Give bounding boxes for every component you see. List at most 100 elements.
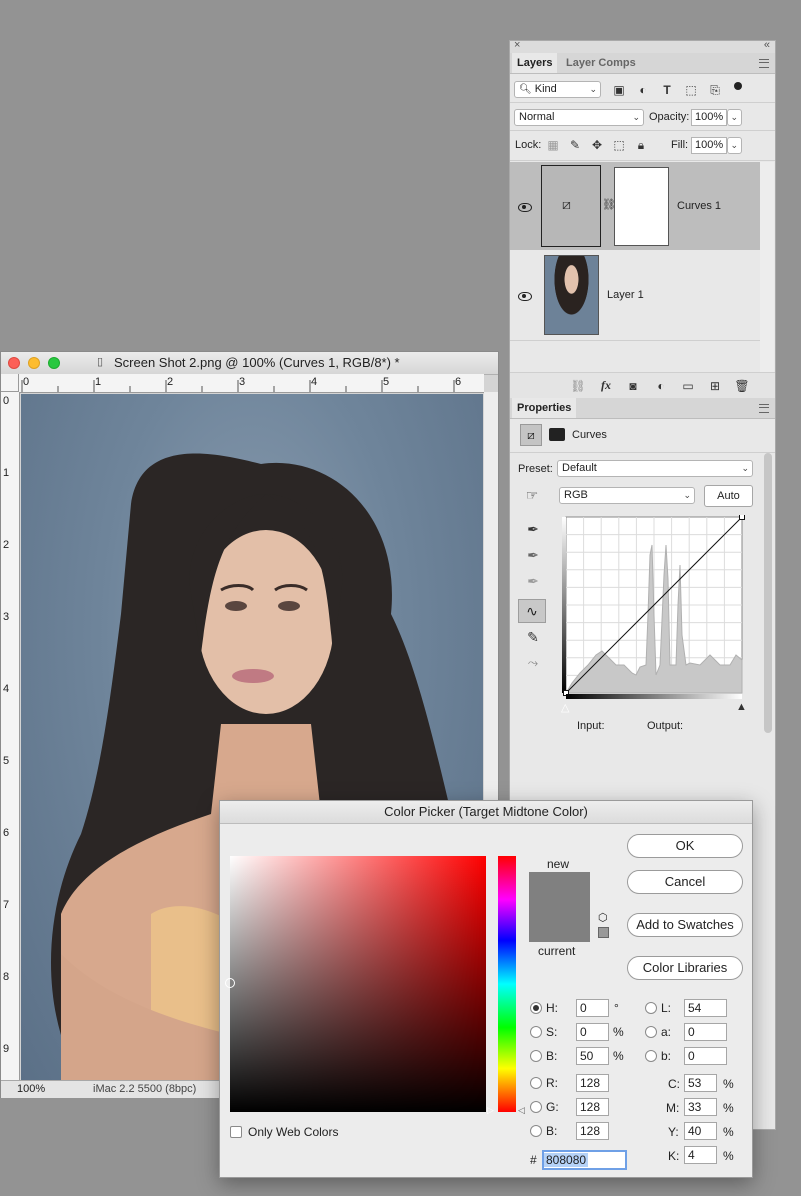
smooth-curve-icon[interactable]: ⤳	[524, 655, 542, 671]
m-field[interactable]: 33	[684, 1098, 717, 1116]
lock-transparent-icon[interactable]: ▦	[546, 137, 560, 153]
blue-field[interactable]: 128	[576, 1122, 609, 1140]
hue-slider[interactable]	[498, 856, 516, 1112]
auto-button[interactable]: Auto	[704, 485, 753, 507]
hue-slider-right-arrow-icon[interactable]: ◁	[518, 1105, 525, 1116]
ruler-origin[interactable]	[1, 374, 19, 392]
portrait-thumbnail[interactable]	[544, 255, 599, 335]
fill-field[interactable]: 100%	[691, 137, 727, 154]
new-adjustment-icon[interactable]: ◐	[653, 378, 669, 394]
r-field[interactable]: 128	[576, 1074, 609, 1092]
layer-filter-dropdown[interactable]: 🔍︎ Kind ⌄	[514, 81, 601, 98]
color-libraries-button[interactable]: Color Libraries	[627, 956, 743, 980]
web-safe-swatch-icon[interactable]	[598, 927, 609, 938]
curves-adjustment-icon[interactable]: ⧄	[520, 424, 542, 446]
radio-s[interactable]	[530, 1026, 542, 1038]
blend-mode-dropdown[interactable]: Normal ⌄	[514, 109, 644, 126]
add-to-swatches-button[interactable]: Add to Swatches	[627, 913, 743, 937]
layer-mask-thumbnail[interactable]	[614, 167, 669, 246]
b-field[interactable]: 50	[576, 1047, 609, 1065]
ok-button[interactable]: OK	[627, 834, 743, 858]
radio-l[interactable]	[645, 1002, 657, 1014]
channel-dropdown[interactable]: RGB ⌄	[559, 487, 695, 504]
properties-panel-menu-icon[interactable]	[759, 404, 769, 413]
opacity-field[interactable]: 100%	[691, 109, 727, 126]
pencil-icon[interactable]: ✎	[524, 629, 542, 645]
zoom-window-button[interactable]	[48, 357, 60, 369]
new-layer-icon[interactable]: ⊞	[707, 378, 723, 394]
lock-all-icon[interactable]: 🔒︎	[634, 137, 648, 153]
layer-row-layer-1[interactable]: Layer 1	[510, 250, 760, 341]
pixel-filter-icon[interactable]: ▣	[612, 82, 626, 98]
filter-toggle-icon[interactable]	[734, 82, 742, 90]
tab-layer-comps[interactable]: Layer Comps	[561, 53, 641, 73]
link-layers-icon[interactable]: ⛓	[570, 378, 586, 394]
radio-g[interactable]	[530, 1101, 542, 1113]
white-point-eyedropper-icon[interactable]: ✒	[524, 573, 542, 589]
a-field[interactable]: 0	[684, 1023, 727, 1041]
radio-h[interactable]	[530, 1002, 542, 1014]
radio-blue[interactable]	[530, 1125, 542, 1137]
curve-points-tool-icon[interactable]: ∿	[518, 599, 546, 623]
lock-position-icon[interactable]: ✥	[590, 137, 604, 153]
lab-b-field[interactable]: 0	[684, 1047, 727, 1065]
visibility-eye-icon[interactable]	[518, 292, 532, 301]
trash-icon[interactable]: 🗑︎	[734, 378, 750, 394]
shape-filter-icon[interactable]: ⬚	[684, 82, 698, 98]
add-mask-icon[interactable]: ◙	[625, 378, 641, 394]
cancel-button[interactable]: Cancel	[627, 870, 743, 894]
preset-dropdown[interactable]: Default ⌄	[557, 460, 753, 477]
black-point-eyedropper-icon[interactable]: ✒	[524, 521, 542, 537]
adjustment-filter-icon[interactable]: ◐	[636, 82, 650, 98]
k-field[interactable]: 4	[684, 1146, 717, 1164]
horizontal-ruler[interactable]: 0 1 2 3 4 5 6	[19, 374, 484, 393]
layer-name[interactable]: Curves 1	[677, 200, 721, 212]
layers-footer: ⛓ fx ◙ ◐ ▭ ⊞ 🗑︎	[510, 372, 775, 398]
hex-field[interactable]: 808080	[542, 1150, 627, 1170]
l-field[interactable]: 54	[684, 999, 727, 1017]
curves-graph[interactable]	[560, 514, 746, 701]
hue-slider-left-arrow-icon[interactable]: ▷	[487, 1105, 494, 1116]
collapse-panel-icon[interactable]: «	[764, 39, 770, 51]
radio-a[interactable]	[645, 1026, 657, 1038]
minimize-window-button[interactable]	[28, 357, 40, 369]
white-point-slider-icon[interactable]: ▲	[736, 701, 747, 713]
radio-r[interactable]	[530, 1077, 542, 1089]
gray-point-eyedropper-icon[interactable]: ✒	[524, 547, 542, 563]
color-field[interactable]	[225, 856, 486, 1112]
on-image-adjustment-icon[interactable]: ☞	[522, 487, 542, 503]
radio-lab-b[interactable]	[645, 1050, 657, 1062]
mask-properties-icon[interactable]	[549, 428, 565, 441]
s-field[interactable]: 0	[576, 1023, 609, 1041]
type-filter-icon[interactable]: T	[660, 82, 674, 98]
lock-image-icon[interactable]: ✎	[568, 137, 582, 153]
g-field[interactable]: 128	[576, 1098, 609, 1116]
black-point-slider-icon[interactable]: △	[561, 701, 569, 714]
only-web-colors-checkbox[interactable]	[230, 1126, 242, 1138]
zoom-level[interactable]: 100%	[17, 1083, 45, 1095]
tab-layers[interactable]: Layers	[512, 53, 558, 73]
y-field[interactable]: 40	[684, 1122, 717, 1140]
vertical-ruler[interactable]: 0 1 2 3 4 5 6 7 8 9	[1, 392, 20, 1080]
h-field[interactable]: 0	[576, 999, 609, 1017]
cube-warning-icon[interactable]: ⬡	[598, 911, 608, 924]
layers-scrollbar[interactable]	[760, 162, 774, 372]
layer-name[interactable]: Layer 1	[607, 289, 644, 301]
smart-object-filter-icon[interactable]: ⎘	[708, 82, 722, 98]
fill-stepper[interactable]: ⌄	[727, 137, 742, 154]
fx-icon[interactable]: fx	[598, 377, 614, 393]
properties-scrollbar[interactable]	[764, 453, 772, 733]
tab-properties[interactable]: Properties	[512, 398, 577, 418]
radio-b[interactable]	[530, 1050, 542, 1062]
layers-panel-menu-icon[interactable]	[759, 59, 769, 68]
color-field-cursor[interactable]	[225, 978, 235, 988]
curves-adjustment-thumbnail[interactable]: ⧄	[541, 165, 601, 247]
opacity-stepper[interactable]: ⌄	[727, 109, 742, 126]
c-field[interactable]: 53	[684, 1074, 717, 1092]
close-window-button[interactable]	[8, 357, 20, 369]
lock-artboard-icon[interactable]: ⬚	[612, 137, 626, 153]
layer-row-curves-1[interactable]: ⧄ ⛓ Curves 1	[510, 162, 760, 250]
new-group-icon[interactable]: ▭	[680, 378, 696, 394]
visibility-eye-icon[interactable]	[518, 203, 532, 212]
close-panel-icon[interactable]: ×	[514, 39, 520, 51]
